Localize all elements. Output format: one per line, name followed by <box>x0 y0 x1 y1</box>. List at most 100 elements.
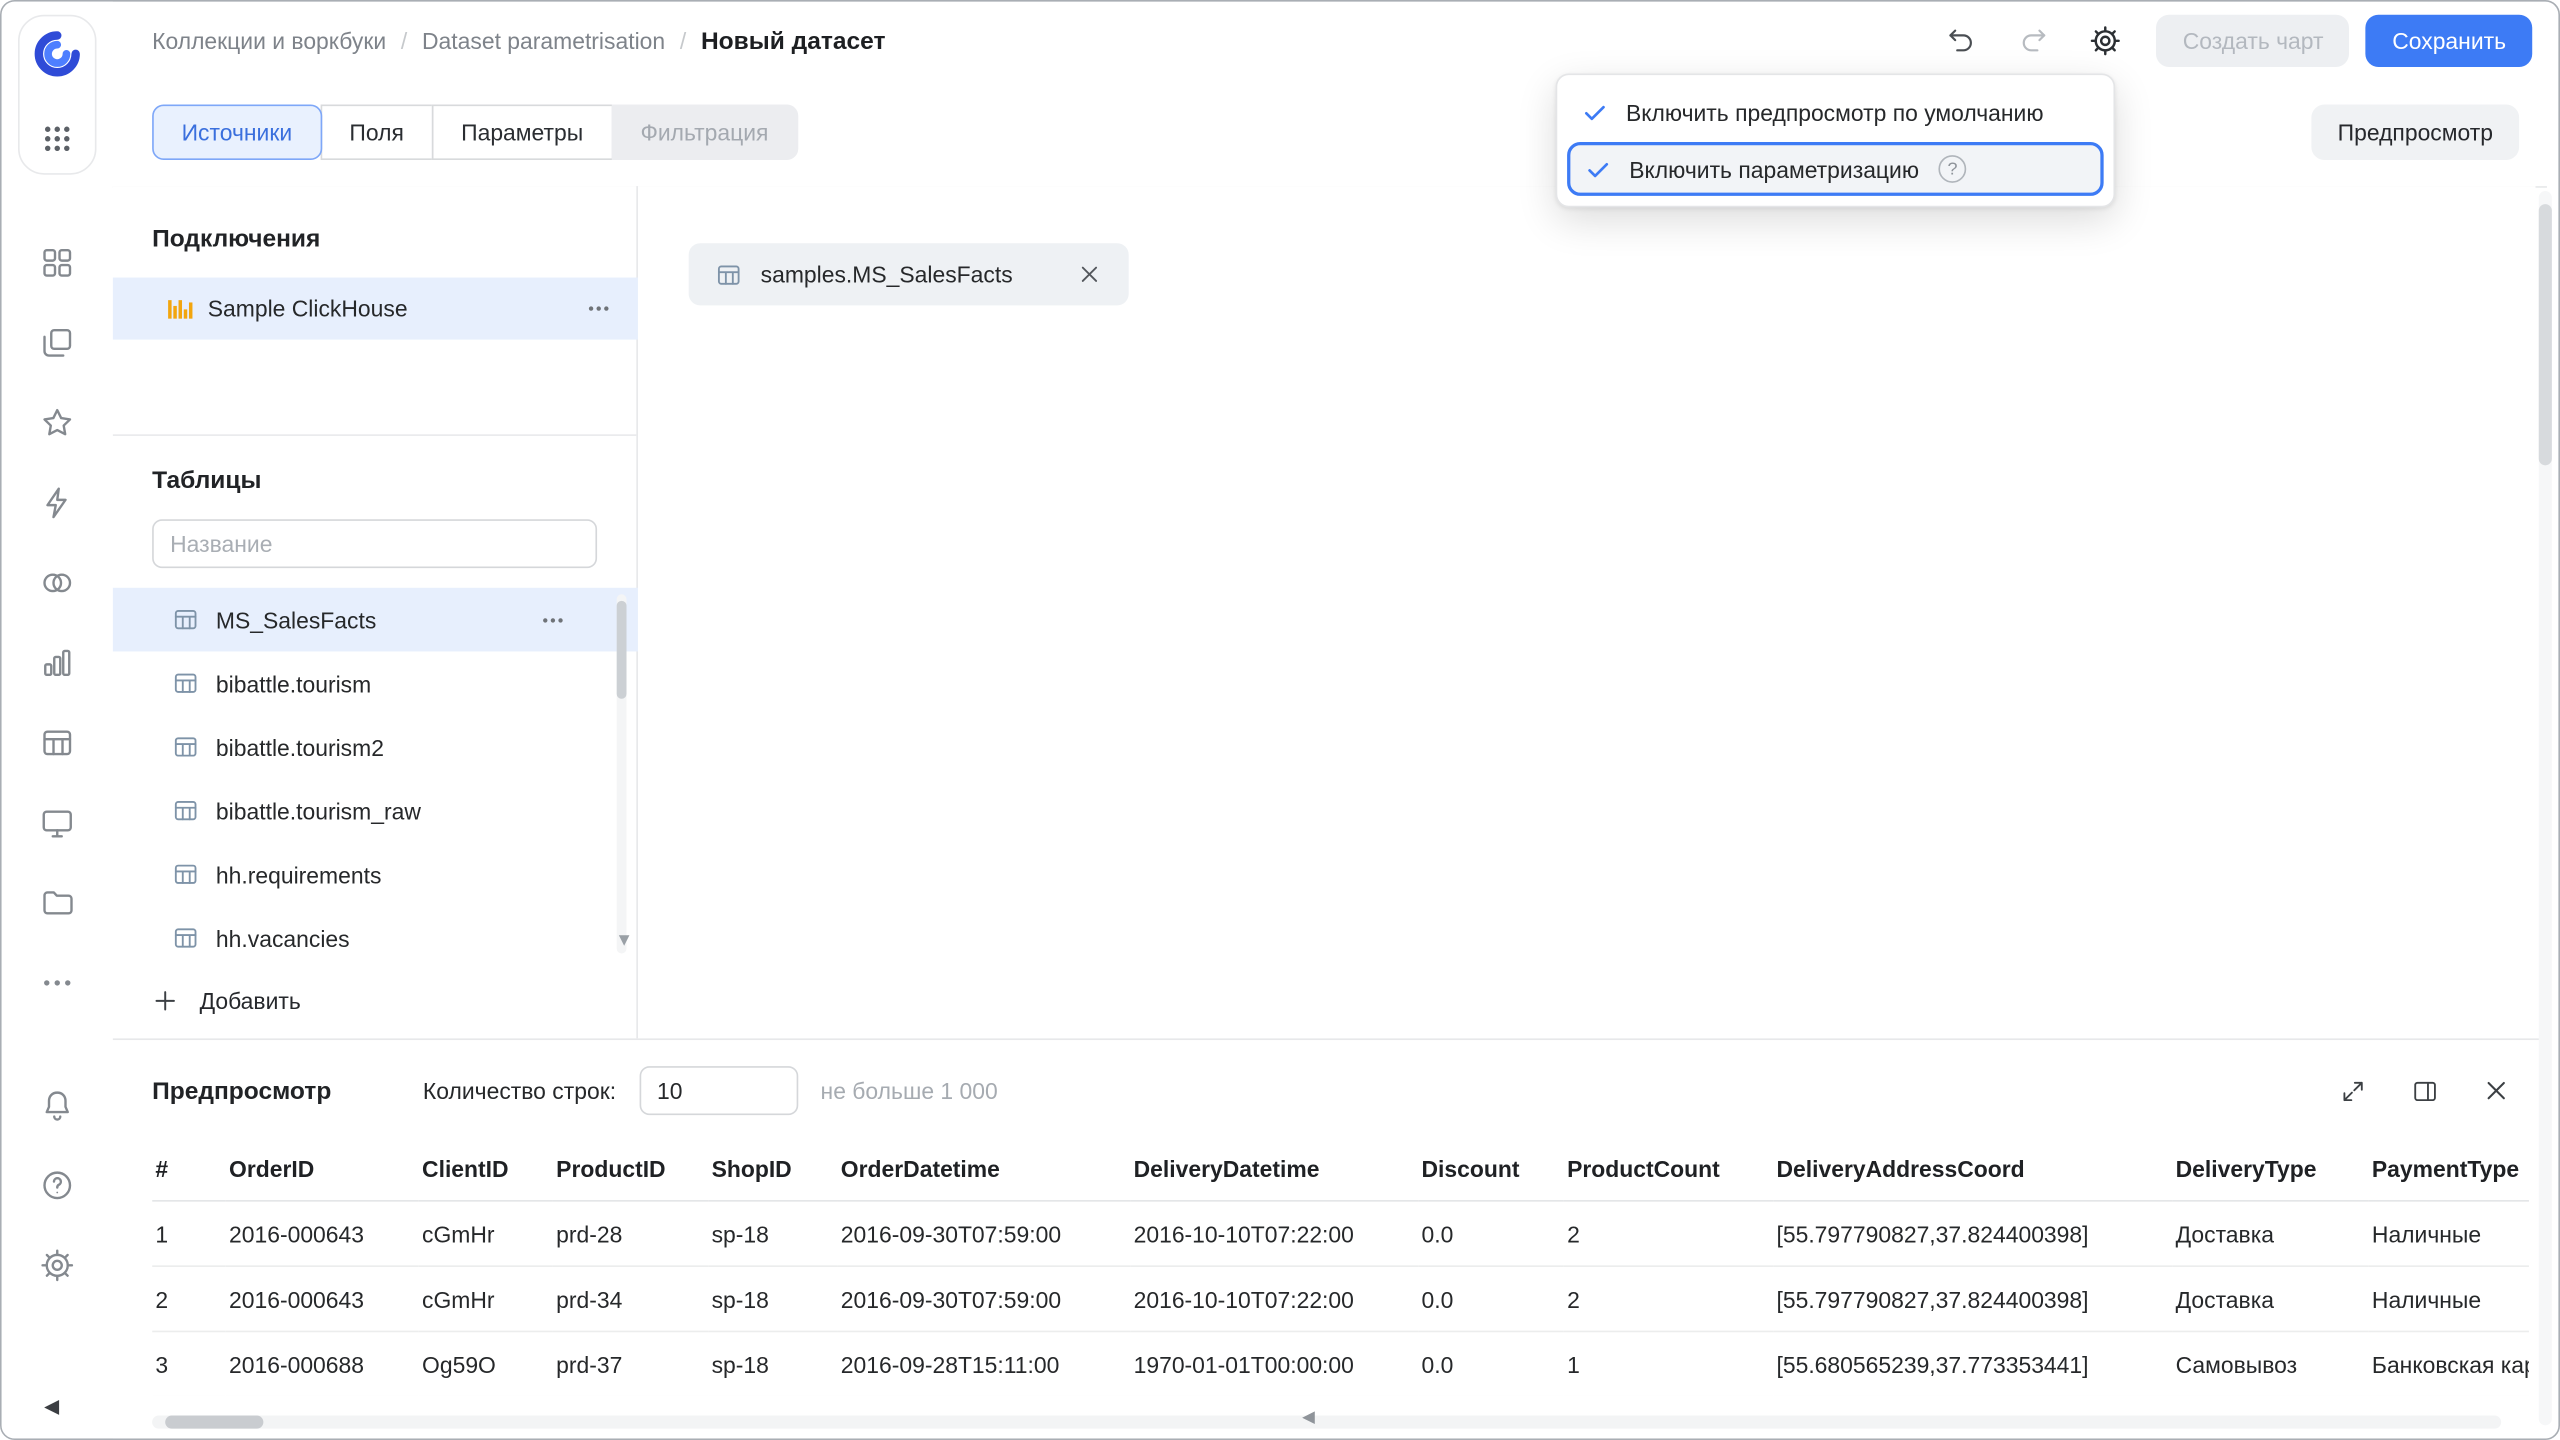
table-name: bibattle.tourism <box>216 670 371 696</box>
connection-name: Sample ClickHouse <box>208 296 408 322</box>
cell: 2 <box>1564 1201 1773 1266</box>
cell: Наличные <box>2369 1266 2529 1331</box>
monitoring-icon[interactable] <box>39 805 75 841</box>
sidebar-nav <box>2 245 113 1001</box>
source-chip-label: samples.MS_SalesFacts <box>761 261 1013 287</box>
breadcrumb-collections[interactable]: Коллекции и воркбуки <box>152 28 386 54</box>
table-icon <box>172 797 200 825</box>
menu-item-label: Включить предпросмотр по умолчанию <box>1626 99 2044 125</box>
menu-item-parametrisation[interactable]: Включить параметризацию ? <box>1567 142 2104 196</box>
column-header: DeliveryAddressCoord <box>1773 1138 2172 1201</box>
settings-menu: Включить предпросмотр по умолчанию Включ… <box>1556 73 2115 207</box>
sidebar-bottom <box>2 1087 113 1283</box>
table-icon <box>172 606 200 634</box>
tab-filtering[interactable]: Фильтрация <box>611 104 798 160</box>
settings-gear-icon[interactable] <box>39 1247 75 1283</box>
preview-title: Предпросмотр <box>152 1077 331 1105</box>
table-search-input[interactable] <box>152 519 597 568</box>
preview-table: # OrderID ClientID ProductID ShopID Orde… <box>152 1138 2529 1396</box>
horizontal-scrollbar[interactable]: ◀ <box>152 1416 2501 1429</box>
dock-panel-icon[interactable] <box>2410 1076 2439 1105</box>
column-header: Discount <box>1418 1138 1564 1201</box>
cell: 2016-000688 <box>226 1331 419 1395</box>
scroll-down-arrow-icon[interactable]: ▼ <box>615 932 633 950</box>
column-header: PaymentType <box>2369 1138 2529 1201</box>
table-list-item[interactable]: bibattle.tourism <box>113 651 638 715</box>
cell: 0.0 <box>1418 1201 1564 1266</box>
add-table-button[interactable]: Добавить <box>152 980 301 1022</box>
scrollbar-thumb[interactable] <box>617 601 627 699</box>
table-icon <box>172 860 200 888</box>
tables-title: Таблицы <box>152 467 261 495</box>
connections-circles-icon[interactable] <box>39 565 75 601</box>
table-list-item[interactable]: MS_SalesFacts <box>113 588 638 652</box>
plus-icon <box>152 988 178 1014</box>
preview-toggle-button[interactable]: Предпросмотр <box>2311 104 2519 160</box>
cell: 0.0 <box>1418 1331 1564 1395</box>
connection-menu-button[interactable] <box>582 292 615 325</box>
cell: Банковская карта <box>2369 1331 2529 1395</box>
help-icon[interactable] <box>39 1167 75 1203</box>
quick-actions-lightning-icon[interactable] <box>39 485 75 521</box>
cell: 2016-000643 <box>226 1266 419 1331</box>
cell: cGmHr <box>419 1201 553 1266</box>
column-header: ProductCount <box>1564 1138 1773 1201</box>
preview-header: Предпросмотр Количество строк: не больше… <box>152 1060 2511 1122</box>
table-list-item[interactable]: bibattle.tourism_raw <box>113 779 638 843</box>
table-menu-button[interactable] <box>537 603 570 636</box>
sidebar-collapse-button[interactable]: ◀ <box>44 1394 59 1417</box>
scroll-left-arrow-icon[interactable]: ◀ <box>1302 1411 1315 1427</box>
table-icon <box>715 260 743 288</box>
breadcrumb-separator: / <box>401 28 407 54</box>
table-list-item[interactable]: hh.vacancies <box>113 906 638 970</box>
tab-fields[interactable]: Поля <box>320 104 433 160</box>
dashboards-icon[interactable] <box>39 245 75 281</box>
cell: [55.680565239,37.773353441] <box>1773 1331 2172 1395</box>
column-header: OrderDatetime <box>838 1138 1131 1201</box>
preview-actions <box>2338 1076 2511 1105</box>
breadcrumb-workbook[interactable]: Dataset parametrisation <box>422 28 665 54</box>
scrollbar-thumb[interactable] <box>165 1416 263 1429</box>
row-count-input[interactable] <box>639 1066 798 1115</box>
scrollbar-thumb[interactable] <box>2539 204 2552 465</box>
app-window: ◀ Коллекции и воркбуки / Dataset paramet… <box>0 0 2560 1440</box>
storage-folder-icon[interactable] <box>39 885 75 921</box>
logo-card <box>18 15 97 175</box>
table-row: 3 2016-000688 Og59O prd-37 sp-18 2016-09… <box>152 1331 2529 1395</box>
topbar-actions: Создать чарт Сохранить <box>1937 15 2532 67</box>
more-ellipsis-icon[interactable] <box>39 965 75 1001</box>
menu-item-default-preview[interactable]: Включить предпросмотр по умолчанию <box>1567 85 2104 139</box>
table-list-item[interactable]: bibattle.tourism2 <box>113 715 638 779</box>
save-button[interactable]: Сохранить <box>2366 15 2532 67</box>
tab-sources[interactable]: Источники <box>152 104 321 160</box>
cell: 2016-000643 <box>226 1201 419 1266</box>
datalens-logo[interactable] <box>33 29 82 78</box>
source-chip[interactable]: samples.MS_SalesFacts <box>689 243 1129 305</box>
tables-list-scrollbar[interactable] <box>617 594 627 953</box>
column-header: ShopID <box>708 1138 837 1201</box>
favorites-star-icon[interactable] <box>39 405 75 441</box>
help-circle-icon[interactable]: ? <box>1939 155 1967 183</box>
table-list-item[interactable]: hh.requirements <box>113 842 638 906</box>
tab-parameters[interactable]: Параметры <box>432 104 613 160</box>
create-chart-button[interactable]: Создать чарт <box>2157 15 2350 67</box>
apps-grid-icon[interactable] <box>39 121 75 157</box>
close-preview-icon[interactable] <box>2482 1076 2511 1105</box>
cell: 0.0 <box>1418 1266 1564 1331</box>
tables-icon[interactable] <box>39 725 75 761</box>
charts-icon[interactable] <box>39 645 75 681</box>
expand-preview-icon[interactable] <box>2338 1076 2367 1105</box>
table-icon <box>172 669 200 697</box>
cell: sp-18 <box>708 1266 837 1331</box>
table-name: hh.vacancies <box>216 925 350 951</box>
preview-table-header-row: # OrderID ClientID ProductID ShopID Orde… <box>152 1138 2529 1201</box>
vertical-scrollbar[interactable] <box>2539 191 2552 1425</box>
dataset-settings-gear-icon[interactable] <box>2081 16 2130 65</box>
undo-icon[interactable] <box>1937 16 1986 65</box>
notifications-bell-icon[interactable] <box>39 1087 75 1123</box>
connection-item-sample-clickhouse[interactable]: Sample ClickHouse <box>113 278 638 340</box>
column-header: OrderID <box>226 1138 419 1201</box>
redo-icon[interactable] <box>2009 16 2058 65</box>
workbooks-icon[interactable] <box>39 325 75 361</box>
chip-close-icon[interactable] <box>1076 261 1102 287</box>
